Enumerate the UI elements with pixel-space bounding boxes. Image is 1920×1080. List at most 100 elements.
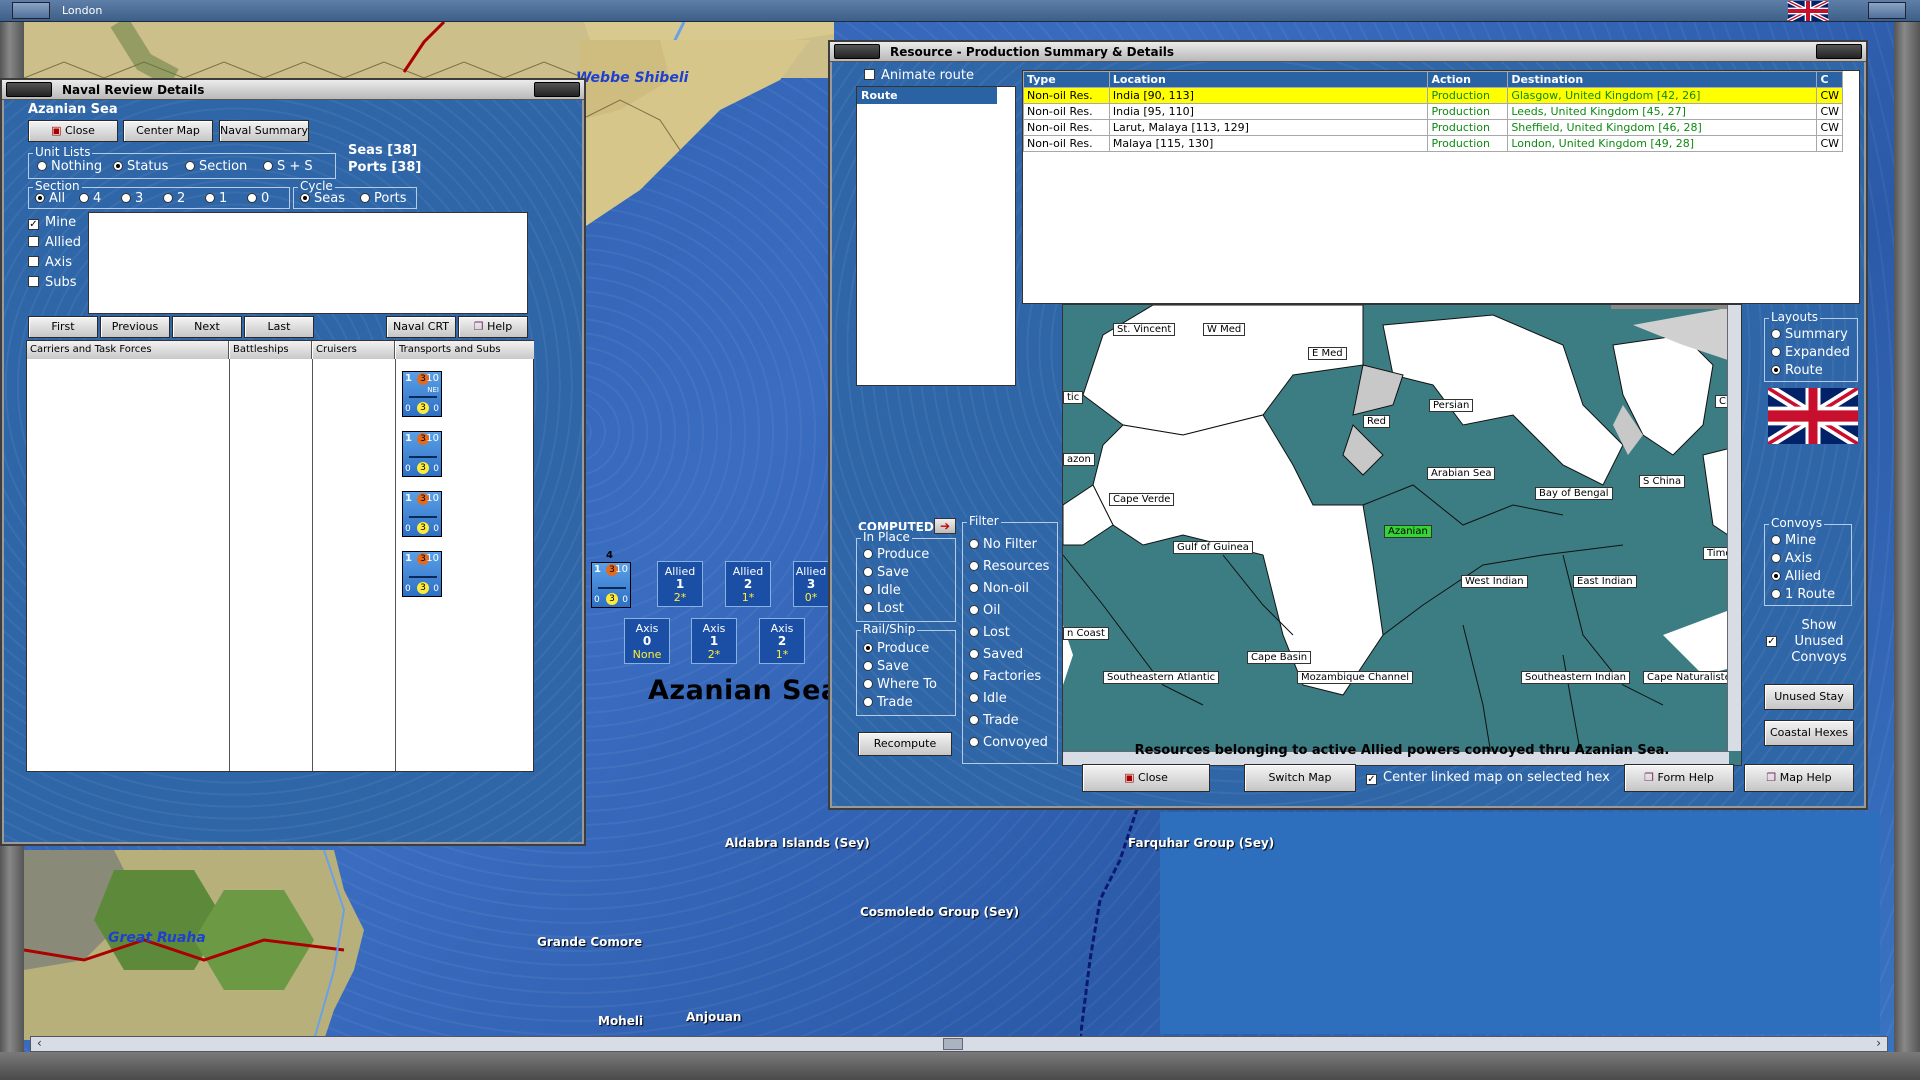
section-0[interactable]: 0: [247, 191, 269, 206]
first-button[interactable]: First: [28, 316, 98, 338]
computed-arrow-icon[interactable]: ➔: [934, 518, 956, 534]
map-naval-unit[interactable]: 1 3 10 0 3 0: [591, 562, 631, 608]
filter-resources[interactable]: Resources: [969, 559, 1049, 574]
section-4[interactable]: 4: [79, 191, 101, 206]
horizontal-scrollbar[interactable]: ‹ ›: [30, 1036, 1888, 1052]
sea-tag-cape-nat[interactable]: Cape Naturaliste: [1643, 671, 1735, 684]
unit-list-status[interactable]: Status: [113, 159, 168, 174]
filter-idle[interactable]: Idle: [969, 691, 1007, 706]
unused-stay-button[interactable]: Unused Stay: [1764, 684, 1854, 710]
stack-axis-0[interactable]: Axis 0 None: [624, 618, 670, 664]
stack-allied-1[interactable]: Allied 1 2*: [657, 561, 703, 607]
cycle-ports[interactable]: Ports: [360, 191, 407, 206]
convoys-allied[interactable]: Allied: [1771, 569, 1821, 584]
sea-tag-azanian[interactable]: Azanian: [1384, 525, 1432, 538]
sea-list-box[interactable]: [88, 212, 528, 314]
filter-mine[interactable]: ✓ Mine: [28, 215, 76, 230]
stack-allied-2[interactable]: Allied 2 1*: [725, 561, 771, 607]
center-map-button[interactable]: Center Map: [123, 120, 213, 142]
filter-factories[interactable]: Factories: [969, 669, 1041, 684]
sea-tag-mozambique[interactable]: Mozambique Channel: [1297, 671, 1414, 684]
resource-close-x[interactable]: [1816, 44, 1862, 59]
layout-summary[interactable]: Summary: [1771, 327, 1848, 342]
sea-tag-cape-basin[interactable]: Cape Basin: [1247, 651, 1312, 664]
section-all[interactable]: All: [35, 191, 65, 206]
convoys-mine[interactable]: Mine: [1771, 533, 1816, 548]
sea-tag-red[interactable]: Red: [1363, 415, 1390, 428]
sea-tag-gulf-guinea[interactable]: Gulf of Guinea: [1173, 541, 1253, 554]
filter-oil[interactable]: Oil: [969, 603, 1000, 618]
sea-tag-cape-verde[interactable]: Cape Verde: [1109, 493, 1175, 506]
resource-sys-button[interactable]: [834, 44, 880, 59]
th-type[interactable]: Type: [1023, 71, 1110, 88]
resource-close-button[interactable]: ▣ Close: [1082, 764, 1210, 792]
stack-axis-1[interactable]: Axis 1 2*: [691, 618, 737, 664]
transport-unit-2[interactable]: 1 3 10 030: [402, 431, 442, 477]
sea-tag-se-atlantic[interactable]: Southeastern Atlantic: [1103, 671, 1220, 684]
scroll-right-icon[interactable]: ›: [1876, 1036, 1881, 1050]
table-row[interactable]: Non-oil Res. Larut, Malaya [113, 129] Prod…: [1023, 119, 1843, 136]
th-destination[interactable]: Destination: [1507, 71, 1818, 88]
transport-unit-3[interactable]: 1 3 10 030: [402, 491, 442, 537]
sea-tag-tic[interactable]: tic: [1063, 391, 1084, 404]
in-place-save[interactable]: Save: [863, 565, 909, 580]
col-cruisers[interactable]: Cruisers: [313, 341, 395, 359]
coastal-hexes-button[interactable]: Coastal Hexes: [1764, 720, 1854, 746]
naval-sys-button[interactable]: [6, 82, 52, 97]
section-1[interactable]: 1: [205, 191, 227, 206]
naval-close-x[interactable]: [534, 82, 580, 97]
col-carriers[interactable]: Carriers and Task Forces: [27, 341, 229, 359]
window-close-button[interactable]: [1868, 2, 1906, 19]
filter-axis[interactable]: Axis: [28, 255, 72, 270]
sea-tag-coast[interactable]: n Coast: [1063, 627, 1109, 640]
th-c[interactable]: C: [1816, 71, 1843, 88]
in-place-lost[interactable]: Lost: [863, 601, 904, 616]
sea-tag-e-med[interactable]: E Med: [1308, 347, 1347, 360]
unit-list-section[interactable]: Section: [185, 159, 247, 174]
th-action[interactable]: Action: [1427, 71, 1509, 88]
last-button[interactable]: Last: [244, 316, 314, 338]
stack-allied-3[interactable]: Allied 3 0*: [793, 561, 829, 607]
form-help-button[interactable]: ❐ Form Help: [1624, 764, 1734, 792]
rail-ship-where-to[interactable]: Where To: [863, 677, 937, 692]
naval-crt-button[interactable]: Naval CRT: [386, 316, 456, 338]
sea-tag-west-indian[interactable]: West Indian: [1461, 575, 1528, 588]
sea-tag-bay-bengal[interactable]: Bay of Bengal: [1535, 487, 1613, 500]
transport-unit-4[interactable]: 1 3 10 030: [402, 551, 442, 597]
sea-tag-arabian[interactable]: Arabian Sea: [1427, 467, 1496, 480]
show-unused-convoys[interactable]: ✓ Show Unused Convoys: [1766, 618, 1858, 666]
sea-tag-east-indian[interactable]: East Indian: [1573, 575, 1637, 588]
layout-route[interactable]: Route: [1771, 363, 1823, 378]
unit-list-s-s[interactable]: S + S: [263, 159, 313, 174]
sea-tag-se-indian[interactable]: Southeastern Indian: [1521, 671, 1630, 684]
unit-list-nothing[interactable]: Nothing: [37, 159, 102, 174]
center-linked-checkbox[interactable]: ✓ Center linked map on selected hex: [1366, 770, 1610, 785]
layout-expanded[interactable]: Expanded: [1771, 345, 1850, 360]
filter-lost[interactable]: Lost: [969, 625, 1010, 640]
route-list[interactable]: Route: [856, 86, 1016, 386]
mini-map[interactable]: St. Vincent W Med E Med Persian Red Arab…: [1062, 304, 1742, 766]
table-row[interactable]: Non-oil Res. India [95, 110] Production Lee…: [1023, 103, 1843, 120]
in-place-idle[interactable]: Idle: [863, 583, 901, 598]
recompute-button[interactable]: Recompute: [858, 732, 952, 756]
rail-ship-produce[interactable]: Produce: [863, 641, 929, 656]
sea-tag-azon[interactable]: azon: [1063, 453, 1095, 466]
scroll-left-icon[interactable]: ‹: [37, 1036, 42, 1050]
scroll-thumb[interactable]: [943, 1038, 963, 1050]
filter-trade[interactable]: Trade: [969, 713, 1019, 728]
switch-map-button[interactable]: Switch Map: [1244, 764, 1356, 792]
system-menu-button[interactable]: [12, 2, 50, 19]
rail-ship-save[interactable]: Save: [863, 659, 909, 674]
animate-route-checkbox[interactable]: Animate route: [864, 68, 974, 83]
col-battleships[interactable]: Battleships: [230, 341, 312, 359]
sea-tag-st-vincent[interactable]: St. Vincent: [1113, 323, 1176, 336]
naval-help-button[interactable]: ❐ Help: [458, 316, 528, 338]
th-location[interactable]: Location: [1108, 71, 1429, 88]
filter-saved[interactable]: Saved: [969, 647, 1023, 662]
section-3[interactable]: 3: [121, 191, 143, 206]
table-row[interactable]: Non-oil Res. India [90, 113] Production Gla…: [1023, 87, 1843, 104]
cycle-seas[interactable]: Seas: [300, 191, 345, 206]
filter-allied[interactable]: Allied: [28, 235, 81, 250]
naval-close-button[interactable]: ▣ Close: [28, 120, 118, 142]
col-transports[interactable]: Transports and Subs: [396, 341, 534, 359]
